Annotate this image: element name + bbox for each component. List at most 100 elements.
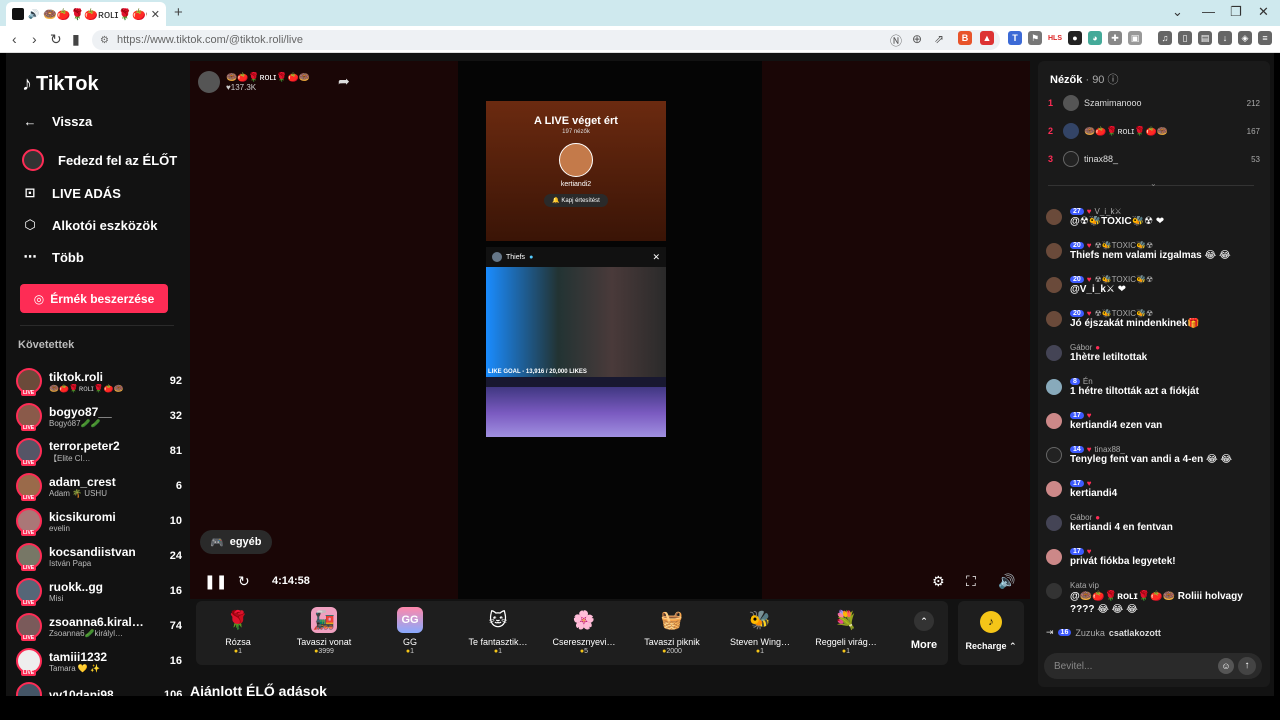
sidebar: ♪ TikTok ← Vissza Fedezd fel az ÉLŐT ⊡ L… <box>6 53 186 696</box>
get-coins-button[interactable]: ◎ Érmék beszerzése <box>20 284 168 313</box>
nav-creator-tools[interactable]: ⬡ Alkotói eszközök <box>22 217 157 233</box>
gift-item[interactable]: 🧺 Tavaszi piknik ●2000 <box>632 607 712 655</box>
live-badge: LIVE <box>21 530 37 536</box>
extension-icon[interactable]: ⚑ <box>1028 31 1042 45</box>
zoom-icon[interactable]: ⊕ <box>912 32 922 46</box>
wallet-icon[interactable]: ▤ <box>1198 31 1212 45</box>
following-item[interactable]: vv10dani98 106 <box>16 679 182 696</box>
volume-icon[interactable]: 🔊 <box>998 573 1015 590</box>
minimize-button[interactable]: — <box>1202 4 1215 19</box>
tiktok-logo[interactable]: ♪ TikTok <box>22 73 99 96</box>
reload-button[interactable]: ↻ <box>50 31 62 48</box>
ext-color-icon[interactable]: ◕ <box>1088 31 1102 45</box>
close-mini-icon[interactable]: ✕ <box>652 252 660 263</box>
nav-explore-live[interactable]: Fedezd fel az ÉLŐT <box>22 149 177 171</box>
bookmark-icon[interactable]: ▮ <box>72 31 80 48</box>
chat-message[interactable]: Gábor ● kertiandi 4 en fentvan <box>1046 513 1262 533</box>
live-video-player[interactable]: 🍩🍅🌹ʀᴏʟɪ🌹🍅🍩 ♥137.3K ➦ A LIVE véget ért 19… <box>190 61 1030 599</box>
tab-list-icon[interactable]: ⌄ <box>1172 4 1183 20</box>
following-item[interactable]: LIVE adam_crest Adam 🌴 USHU 6 <box>16 470 182 502</box>
brave-shield-icon[interactable]: B <box>958 31 972 45</box>
hls-ext-icon[interactable]: HLS <box>1048 31 1062 45</box>
ext-box-icon[interactable]: ▣ <box>1128 31 1142 45</box>
following-item[interactable]: LIVE tiktok.roli 🍩🍅🌹ʀᴏʟɪ🌹🍅🍩 92 <box>16 365 182 397</box>
top-viewer-row[interactable]: 1 Szamimanooo 212 <box>1048 93 1260 113</box>
site-info-icon[interactable]: ⚙ <box>100 35 109 46</box>
back-button[interactable]: ‹ <box>12 31 17 47</box>
nav-go-live[interactable]: ⊡ LIVE ADÁS <box>22 185 121 201</box>
fullscreen-icon[interactable]: ⛶ <box>966 573 976 590</box>
gift-item[interactable]: 🌸 Cseresznyevi… ●5 <box>544 607 624 655</box>
chat-message[interactable]: 20 ♥ ☢🐝TOXIC🐝☢ @V_i_k⚔ ❤ <box>1046 275 1262 295</box>
download-icon[interactable]: ↓ <box>1218 31 1232 45</box>
settings-icon[interactable]: ⚙ <box>932 573 945 590</box>
music-icon[interactable]: ♫ <box>1158 31 1172 45</box>
chat-text: Thiefs nem valami izgalmas 😂 😂 <box>1070 250 1231 261</box>
ext-circle-icon[interactable]: ● <box>1068 31 1082 45</box>
category-label: egyéb <box>229 536 262 548</box>
chat-message[interactable]: Kata vip @🍩🍅🌹ʀᴏʟɪ🌹🍅🍩 Roliii holvagy ????… <box>1046 581 1262 616</box>
browser-tab[interactable]: 🔊 🍩🍅🌹🍅ʀᴏʟɪ🌹🍅🍩 (@tikt ✕ <box>6 2 166 26</box>
gift-item[interactable]: 🌹 Rózsa ●1 <box>198 607 278 655</box>
puzzle-icon[interactable]: ✚ <box>1108 31 1122 45</box>
host-info[interactable]: 🍩🍅🌹ʀᴏʟɪ🌹🍅🍩 ♥137.3K <box>198 71 310 93</box>
recharge-button[interactable]: ♪ Recharge ⌃ <box>958 601 1024 665</box>
rewards-icon[interactable]: ▲ <box>980 31 994 45</box>
following-item[interactable]: LIVE kicsikuromi evelin 10 <box>16 505 182 537</box>
chat-message[interactable]: 20 ♥ ☢🐝TOXIC🐝☢ Jó éjszakát mindenkinek🎁 <box>1046 309 1262 329</box>
chat-message[interactable]: 14 ♥ tinax88_ Tenyleg fent van andi a 4-en… <box>1046 445 1262 465</box>
no-translate-icon[interactable]: Ⓝ <box>890 32 902 49</box>
gift-item[interactable]: GG GG ●1 <box>370 607 450 655</box>
chat-message[interactable]: 8 Én 1 hétre tiltották azt a fiókját <box>1046 377 1262 397</box>
share-icon[interactable]: ➦ <box>338 73 350 90</box>
following-item[interactable]: LIVE kocsandiistvan István Papa 24 <box>16 540 182 572</box>
new-tab-button[interactable]: + <box>174 4 183 21</box>
chevron-down-icon[interactable]: ⌄ <box>1150 179 1157 188</box>
vpn-icon[interactable]: ◈ <box>1238 31 1252 45</box>
chat-message[interactable]: Gábor ● 1hètre letiltottak <box>1046 343 1262 363</box>
chat-message[interactable]: 17 ♥ kertiandi4 <box>1046 479 1262 499</box>
chat-input-box[interactable]: ☺ ↑ <box>1044 653 1262 679</box>
following-item[interactable]: LIVE bogyo87__ Bogyó87🥒🥒 32 <box>16 400 182 432</box>
category-tag[interactable]: 🎮 egyéb <box>200 530 272 554</box>
close-tab-icon[interactable]: ✕ <box>151 8 160 21</box>
chat-message[interactable]: 17 ♥ kertiandi4 ezen van <box>1046 411 1262 431</box>
top-viewer-row[interactable]: 3 tinax88_ 53 <box>1048 149 1260 169</box>
emoji-icon[interactable]: ☺ <box>1218 658 1234 674</box>
chat-message[interactable]: 27 ♥ V_i_k⚔ @☢🐝TOXIC🐝☢ ❤ <box>1046 207 1262 227</box>
following-item[interactable]: LIVE tamiii1232 Tamara 💛 ✨ 16 <box>16 645 182 677</box>
more-gifts-button[interactable]: ⌃ More <box>906 611 942 651</box>
menu-icon[interactable]: ≡ <box>1258 31 1272 45</box>
sidebar-toggle-icon[interactable]: ▯ <box>1178 31 1192 45</box>
chat-message[interactable]: 17 ♥ privát fiókba legyetek! <box>1046 547 1262 567</box>
info-icon[interactable]: ⓘ <box>1108 74 1119 86</box>
nav-more[interactable]: ⋯ Több <box>22 249 84 265</box>
url-field[interactable]: ⚙ https://www.tiktok.com/@tiktok.roli/li… <box>92 30 1000 50</box>
pause-icon[interactable]: ❚❚ <box>204 573 227 590</box>
follow-name: terror.peter2 <box>49 438 120 453</box>
host-avatar[interactable] <box>198 71 220 93</box>
following-item[interactable]: LIVE zsoanna6.kiral… Zsoanna6🥒királyl… 74 <box>16 610 182 642</box>
send-icon[interactable]: ↑ <box>1238 657 1256 675</box>
mini-stream-preview[interactable]: Thiefs ● ✕ LIKE GOAL - 13,916 / 20,000 L… <box>486 247 666 437</box>
top-viewer-row[interactable]: 2 🍩🍅🌹ʀᴏʟɪ🌹🍅🍩 167 <box>1048 121 1260 141</box>
gift-item[interactable]: 💐 Reggeli virág… ●1 <box>806 607 886 655</box>
restore-button[interactable]: ❐ <box>1230 4 1242 20</box>
refresh-icon[interactable]: ↻ <box>238 573 250 590</box>
nav-back[interactable]: ← Vissza <box>22 113 93 129</box>
follow-count: 92 <box>169 375 182 387</box>
live-badge: LIVE <box>21 425 37 431</box>
forward-button[interactable]: › <box>32 31 37 47</box>
chat-input[interactable] <box>1054 660 1218 672</box>
gift-item[interactable]: 🚂 Tavaszi vonat ●3999 <box>284 607 364 655</box>
following-item[interactable]: LIVE ruokk..gg Misi 16 <box>16 575 182 607</box>
gift-item[interactable]: 🐱 Te fantasztik… ●1 <box>458 607 538 655</box>
share-icon[interactable]: ⇗ <box>934 32 944 46</box>
notify-button[interactable]: 🔔 Kapj értesítést <box>544 194 608 207</box>
close-window-button[interactable]: ✕ <box>1258 4 1269 20</box>
gift-item[interactable]: 🐝 Steven Wing… ●1 <box>720 607 800 655</box>
avatar: LIVE <box>16 438 42 466</box>
following-item[interactable]: LIVE terror.peter2 【Elite Cl… 81 <box>16 435 182 467</box>
translate-ext-icon[interactable]: T <box>1008 31 1022 45</box>
chat-message[interactable]: 20 ♥ ☢🐝TOXIC🐝☢ Thiefs nem valami izgalmas … <box>1046 241 1262 261</box>
